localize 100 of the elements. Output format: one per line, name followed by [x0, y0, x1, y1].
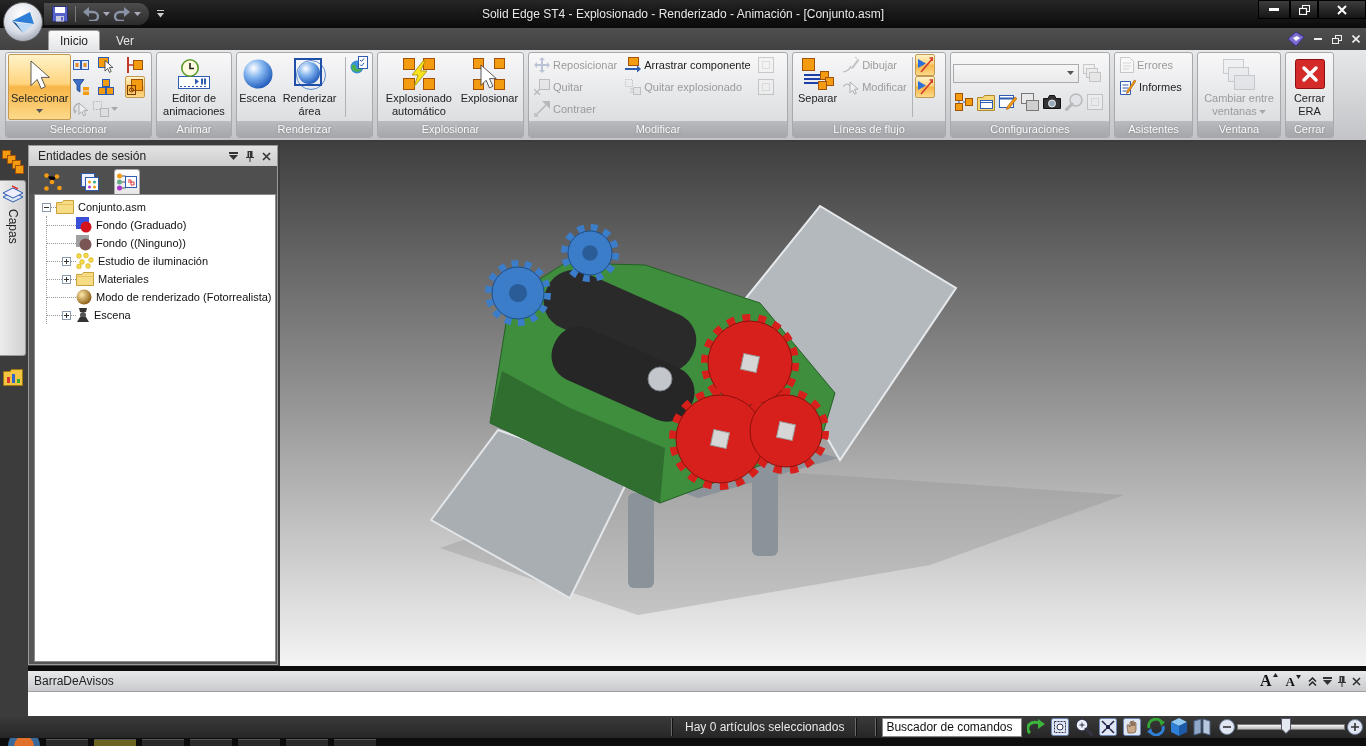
pin-icon[interactable]: [1338, 675, 1346, 687]
window-edit-icon: [999, 93, 1017, 111]
start-orb-icon[interactable]: [8, 738, 40, 746]
close-icon[interactable]: [1352, 676, 1361, 686]
tree-item[interactable]: Estudio de iluminación: [98, 255, 209, 267]
caret-icon[interactable]: [134, 12, 141, 16]
stacked-windows-icon: [1083, 64, 1101, 82]
minus-box-icon[interactable]: [41, 202, 51, 212]
box-tree-icon: [955, 93, 973, 111]
cube-icon[interactable]: [1171, 718, 1188, 736]
ribbon-button[interactable]: Editor de animaciones: [159, 54, 229, 120]
close-button[interactable]: [1318, 0, 1366, 19]
plus-box-icon[interactable]: [61, 274, 71, 284]
report-pencil-icon: [1120, 79, 1136, 95]
restore-icon[interactable]: [1332, 34, 1342, 44]
icon-button[interactable]: [125, 76, 146, 98]
close-icon[interactable]: [262, 151, 271, 161]
group-label: Configuraciones: [951, 121, 1109, 137]
tree-item[interactable]: Conjunto.asm: [78, 201, 146, 213]
ribbon-tab[interactable]: Ver: [104, 30, 147, 50]
minimize-icon: [1269, 8, 1279, 11]
zoom-area-icon[interactable]: [1051, 718, 1070, 736]
box-remove-icon: [534, 79, 550, 95]
tree-item[interactable]: Fondo (Graduado): [96, 219, 187, 231]
tree-window-icon: [117, 173, 137, 191]
group-label: Seleccionar: [6, 121, 151, 137]
bracket-box-icon: [127, 57, 144, 73]
layers-icon: [1, 185, 24, 203]
ribbon-button[interactable]: Separar: [795, 54, 841, 120]
dotted-square-icon: [757, 79, 774, 95]
folder-icon: [56, 200, 74, 214]
tree-item[interactable]: Modo de renderizado (Fotorrealista): [96, 291, 272, 303]
dropdown-icon[interactable]: [1323, 677, 1332, 685]
stacked-boxes-icon[interactable]: [2, 150, 24, 174]
decrease-arrow-icon: [1296, 674, 1301, 679]
backdrop-ball-icon: [76, 235, 92, 251]
panes-icon[interactable]: [1193, 718, 1212, 736]
save-icon[interactable]: [52, 6, 68, 22]
zoom-in-icon[interactable]: [1347, 719, 1363, 735]
move-arrows-icon: [534, 57, 550, 73]
folder-window-icon: [977, 93, 995, 111]
group-label: Ventana: [1198, 121, 1280, 137]
group-label: Modificar: [529, 121, 787, 137]
tree-item[interactable]: Fondo ((Ninguno)): [96, 237, 186, 249]
folder-chart-icon[interactable]: [3, 368, 23, 386]
tree-item[interactable]: Escena: [94, 309, 131, 321]
ribbon-button[interactable]: Seleccionar: [8, 54, 72, 120]
ribbon-button[interactable]: Cerrar ERA: [1288, 54, 1331, 120]
hand-icon[interactable]: [1123, 718, 1142, 736]
camera-icon: [1043, 95, 1061, 109]
zoom-out-icon[interactable]: [1219, 719, 1235, 735]
help-book-icon[interactable]: [1288, 32, 1304, 46]
box-cursor-icon: [98, 57, 114, 73]
ribbon-tab[interactable]: Inicio: [48, 30, 100, 50]
arrow-line-icon: [916, 79, 933, 95]
restore-button[interactable]: [1290, 0, 1318, 19]
dropdown-icon[interactable]: [229, 152, 238, 160]
shaded-ball-icon: [76, 289, 92, 305]
ribbon-button[interactable]: Explosionado automático: [380, 54, 458, 120]
backdrop-ball-icon: [76, 217, 92, 233]
minimize-button[interactable]: [1258, 0, 1290, 19]
zoom-slider-thumb[interactable]: [1280, 718, 1291, 734]
font-size-button[interactable]: A: [1284, 673, 1302, 689]
ribbon-button[interactable]: Escena: [239, 54, 277, 120]
tree-item[interactable]: Materiales: [98, 273, 149, 285]
windows-stack-icon: [1223, 58, 1255, 90]
cursor-arrow-icon: [29, 59, 50, 89]
panel-title: Entidades de sesión: [38, 149, 148, 163]
plus-box-icon[interactable]: [61, 256, 71, 266]
caret-icon[interactable]: [103, 12, 110, 16]
ribbon-button[interactable]: Arrastrar componente: [622, 54, 754, 76]
ribbon-button[interactable]: Informes: [1117, 76, 1185, 98]
fit-view-icon[interactable]: [1099, 718, 1118, 736]
arrow-line-icon: [916, 57, 933, 73]
pin-icon[interactable]: [246, 150, 254, 162]
command-finder-field[interactable]: Buscador de comandos: [882, 717, 1023, 737]
icon-button[interactable]: [348, 54, 370, 76]
window-title: Solid Edge ST4 - Explosionado - Renderizado - Animación - [Conjunto.asm]: [481, 6, 885, 21]
font-size-button[interactable]: A: [1259, 672, 1279, 690]
plus-box-icon[interactable]: [61, 310, 71, 320]
panel-tab[interactable]: [114, 169, 140, 194]
ribbon-button[interactable]: Explosionar: [457, 54, 521, 120]
layered-boxes-icon: [801, 58, 834, 90]
magnifier-icon[interactable]: [1075, 718, 1094, 736]
pencil-line-icon: [843, 57, 860, 73]
rotate-arrows-icon[interactable]: [1147, 718, 1166, 736]
refresh-arrow-icon[interactable]: [1027, 719, 1046, 735]
node-cluster-icon: [44, 172, 62, 191]
caret-icon: [1067, 71, 1074, 75]
ribbon-button[interactable]: Renderizar área: [276, 54, 343, 120]
caret-icon: [36, 109, 44, 113]
undo-icon[interactable]: [83, 7, 99, 21]
box-grid-icon: [93, 101, 110, 117]
sphere-frame-icon: [293, 58, 326, 90]
double-chevron-icon[interactable]: [1308, 676, 1317, 686]
redo-icon[interactable]: [114, 7, 130, 21]
customize-icon[interactable]: [157, 10, 164, 18]
side-tab[interactable]: Capas: [0, 180, 26, 356]
sphere-icon: [242, 59, 273, 89]
figure-icon: [76, 307, 90, 323]
